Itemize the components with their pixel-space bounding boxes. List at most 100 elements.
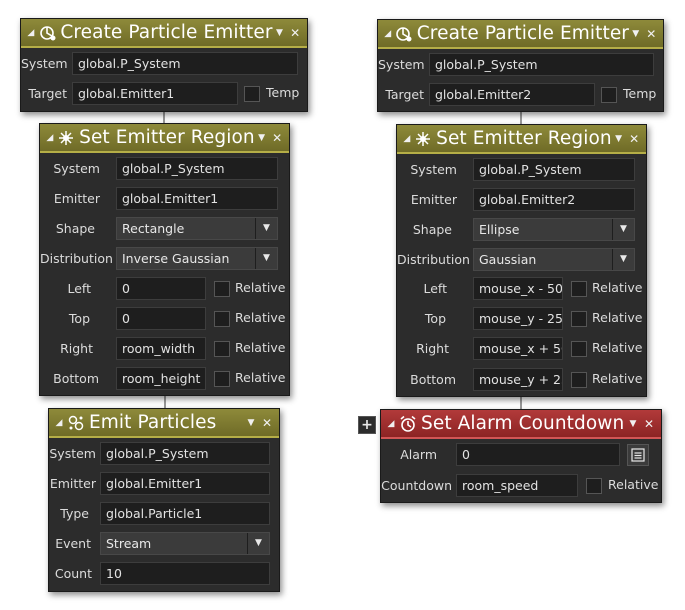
close-icon[interactable]: ✕ <box>645 27 659 41</box>
system-label: System <box>53 161 100 176</box>
temp-checkbox[interactable] <box>244 86 260 102</box>
block-header[interactable]: ◢ Set Emitter Region ▼ ✕ <box>40 124 289 153</box>
add-button[interactable]: + <box>358 416 376 434</box>
relative-label: Relative <box>235 280 286 295</box>
type-field[interactable]: global.Particle1 <box>100 502 270 525</box>
emitter-field[interactable]: global.Emitter2 <box>473 188 635 211</box>
close-icon[interactable]: ✕ <box>260 416 274 430</box>
relative-label: Relative <box>235 340 286 355</box>
create-particle-emitter-block-1[interactable]: ◢ Create Particle Emitter ▼ ✕ System glo… <box>20 18 308 112</box>
shape-value: Ellipse <box>479 222 520 237</box>
countdown-field[interactable]: room_speed <box>456 474 578 497</box>
chevron-down-icon[interactable]: ▼ <box>612 249 634 270</box>
top-relative-checkbox[interactable] <box>571 311 587 327</box>
relative-label: Relative <box>235 370 286 385</box>
chevron-down-icon[interactable]: ▼ <box>255 133 269 143</box>
variable-picker-button[interactable] <box>627 444 649 466</box>
shape-value: Rectangle <box>122 221 185 236</box>
emitter-field[interactable]: global.Emitter1 <box>116 187 278 210</box>
collapse-arrow-icon[interactable]: ◢ <box>381 29 395 39</box>
system-field[interactable]: global.P_System <box>72 52 298 75</box>
collapse-arrow-icon[interactable]: ◢ <box>52 418 66 428</box>
event-label: Event <box>55 536 91 551</box>
left-field[interactable]: mouse_x - 50 <box>473 277 563 300</box>
temp-label: Temp <box>623 86 657 101</box>
system-label: System <box>378 57 425 72</box>
emitter-label: Emitter <box>410 192 457 207</box>
block-header[interactable]: ◢ Set Alarm Countdown ▼ ✕ <box>381 410 661 439</box>
distribution-dropdown[interactable]: Gaussian ▼ <box>473 248 635 271</box>
right-field[interactable]: mouse_x + 50 <box>473 337 563 360</box>
shape-dropdown[interactable]: Ellipse ▼ <box>473 218 635 241</box>
distribution-dropdown[interactable]: Inverse Gaussian ▼ <box>116 247 278 270</box>
system-field[interactable]: global.P_System <box>473 158 635 181</box>
close-icon[interactable]: ✕ <box>270 131 284 145</box>
close-icon[interactable]: ✕ <box>288 26 302 40</box>
left-relative-checkbox[interactable] <box>214 281 230 297</box>
chevron-down-icon[interactable]: ▼ <box>255 248 277 269</box>
system-label: System <box>410 162 457 177</box>
shape-dropdown[interactable]: Rectangle ▼ <box>116 217 278 240</box>
relative-label: Relative <box>592 340 643 355</box>
temp-checkbox[interactable] <box>601 87 617 103</box>
type-label: Type <box>60 506 89 521</box>
left-field[interactable]: 0 <box>116 277 206 300</box>
particle-emitter-icon <box>38 23 58 43</box>
block-title: Set Alarm Countdown <box>421 413 625 434</box>
create-particle-emitter-block-2[interactable]: ◢ Create Particle Emitter ▼ ✕ System glo… <box>377 19 664 112</box>
chevron-down-icon[interactable]: ▼ <box>612 134 626 144</box>
chevron-down-icon[interactable]: ▼ <box>255 218 277 239</box>
event-dropdown[interactable]: Stream ▼ <box>100 532 270 555</box>
top-relative-checkbox[interactable] <box>214 311 230 327</box>
set-emitter-region-block-1[interactable]: ◢ Set Emitter Region ▼ ✕ System global.P… <box>39 123 290 396</box>
collapse-arrow-icon[interactable]: ◢ <box>24 28 38 38</box>
set-alarm-countdown-block[interactable]: ◢ Set Alarm Countdown ▼ ✕ Alarm 0 Countd… <box>380 409 662 503</box>
collapse-arrow-icon[interactable]: ◢ <box>400 134 414 144</box>
system-field[interactable]: global.P_System <box>429 53 654 76</box>
block-header[interactable]: ◢ Create Particle Emitter ▼ ✕ <box>378 20 663 49</box>
collapse-arrow-icon[interactable]: ◢ <box>43 133 57 143</box>
alarm-field[interactable]: 0 <box>456 443 620 466</box>
bottom-field[interactable]: mouse_y + 25 <box>473 368 563 391</box>
block-header[interactable]: ◢ Emit Particles ▼ ✕ <box>49 409 279 438</box>
bottom-label: Bottom <box>53 371 99 386</box>
connector-line <box>164 394 166 408</box>
block-header[interactable]: ◢ Create Particle Emitter ▼ ✕ <box>21 19 307 48</box>
chevron-down-icon[interactable]: ▼ <box>273 28 287 38</box>
bottom-label: Bottom <box>410 372 456 387</box>
bottom-field[interactable]: room_height <box>116 367 206 390</box>
emit-particles-block[interactable]: ◢ Emit Particles ▼ ✕ System global.P_Sys… <box>48 408 280 592</box>
right-relative-checkbox[interactable] <box>214 341 230 357</box>
emitter-field[interactable]: global.Emitter1 <box>100 472 270 495</box>
set-emitter-region-block-2[interactable]: ◢ Set Emitter Region ▼ ✕ System global.P… <box>396 124 647 397</box>
bottom-relative-checkbox[interactable] <box>214 371 230 387</box>
block-title: Create Particle Emitter <box>60 22 273 43</box>
relative-label: Relative <box>592 371 643 386</box>
count-field[interactable]: 10 <box>100 562 270 585</box>
distribution-label: Distribution <box>40 251 113 266</box>
right-relative-checkbox[interactable] <box>571 341 587 357</box>
close-icon[interactable]: ✕ <box>642 417 656 431</box>
relative-label: Relative <box>592 310 643 325</box>
right-field[interactable]: room_width <box>116 337 206 360</box>
chevron-down-icon[interactable]: ▼ <box>244 418 258 428</box>
collapse-arrow-icon[interactable]: ◢ <box>384 419 398 429</box>
distribution-value: Inverse Gaussian <box>122 251 230 266</box>
emit-particles-icon <box>66 413 86 433</box>
target-field[interactable]: global.Emitter2 <box>429 83 595 106</box>
top-field[interactable]: mouse_y - 25 <box>473 307 563 330</box>
target-field[interactable]: global.Emitter1 <box>72 82 238 105</box>
block-title: Set Emitter Region <box>436 128 612 149</box>
bottom-relative-checkbox[interactable] <box>571 372 587 388</box>
block-header[interactable]: ◢ Set Emitter Region ▼ ✕ <box>397 125 646 154</box>
close-icon[interactable]: ✕ <box>627 132 641 146</box>
chevron-down-icon[interactable]: ▼ <box>626 419 640 429</box>
left-relative-checkbox[interactable] <box>571 281 587 297</box>
chevron-down-icon[interactable]: ▼ <box>247 533 269 554</box>
system-field[interactable]: global.P_System <box>100 442 270 465</box>
chevron-down-icon[interactable]: ▼ <box>629 29 643 39</box>
system-field[interactable]: global.P_System <box>116 157 278 180</box>
countdown-relative-checkbox[interactable] <box>586 478 602 494</box>
chevron-down-icon[interactable]: ▼ <box>612 219 634 240</box>
top-field[interactable]: 0 <box>116 307 206 330</box>
